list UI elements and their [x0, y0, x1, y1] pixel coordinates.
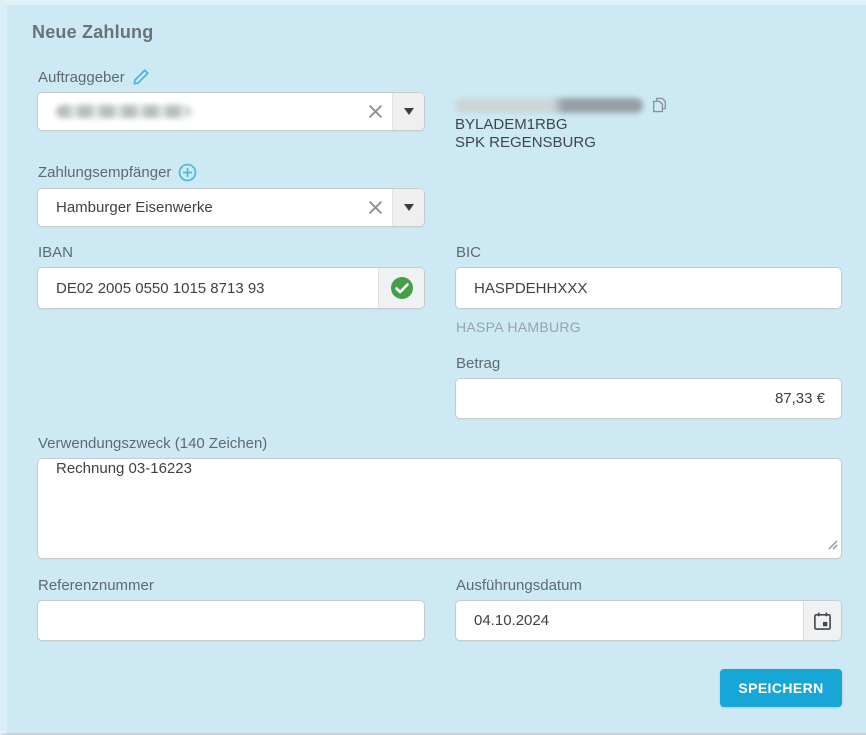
iban-input[interactable] — [38, 268, 378, 308]
betrag-input[interactable] — [456, 379, 841, 418]
zahlungsempfaenger-value[interactable]: Hamburger Eisenwerke — [38, 189, 358, 226]
zahlungsempfaenger-combobox[interactable]: Hamburger Eisenwerke — [37, 188, 425, 227]
iban-valid-section — [378, 268, 424, 308]
datepicker-section[interactable] — [803, 601, 841, 640]
bic-field — [455, 267, 842, 309]
betrag-field — [455, 378, 842, 419]
referenznummer-field — [37, 600, 425, 641]
payer-iban-redacted — [455, 98, 643, 113]
auftraggeber-label: Auftraggeber — [38, 68, 150, 86]
ausfuehrungsdatum-input[interactable] — [456, 601, 803, 640]
auftraggeber-combobox[interactable] — [37, 92, 425, 131]
iban-label: IBAN — [38, 244, 73, 261]
add-recipient-icon[interactable] — [178, 163, 197, 182]
valid-check-icon — [390, 276, 414, 300]
betrag-label: Betrag — [456, 355, 500, 372]
bic-label: BIC — [456, 244, 481, 261]
auftraggeber-clear-icon[interactable] — [358, 93, 392, 130]
zahlungsempfaenger-label-text: Zahlungsempfänger — [38, 164, 171, 181]
auftraggeber-dropdown-arrow[interactable] — [392, 93, 424, 130]
calendar-icon — [813, 611, 832, 631]
referenznummer-input[interactable] — [38, 601, 424, 640]
verwendungszweck-textarea[interactable]: Rechnung 03-16223 — [38, 459, 841, 558]
payer-bank-info: BYLADEM1RBG SPK REGENSBURG — [455, 97, 667, 152]
iban-field — [37, 267, 425, 309]
auftraggeber-label-text: Auftraggeber — [38, 69, 125, 86]
copy-icon[interactable] — [652, 97, 667, 113]
zahlungsempfaenger-dropdown-arrow[interactable] — [392, 189, 424, 226]
save-button[interactable]: SPEICHERN — [720, 669, 842, 707]
verwendungszweck-label: Verwendungszweck (140 Zeichen) — [38, 435, 267, 452]
payer-bic: BYLADEM1RBG — [455, 116, 667, 134]
new-payment-panel: Neue Zahlung Auftraggeber — [0, 0, 866, 735]
auftraggeber-value-redacted — [38, 93, 358, 130]
bic-bank-name: HASPA HAMBURG — [456, 319, 581, 335]
ausfuehrungsdatum-field — [455, 600, 842, 641]
edit-pencil-icon[interactable] — [132, 68, 150, 86]
chevron-down-icon — [404, 204, 414, 211]
verwendungszweck-field: Rechnung 03-16223 — [37, 458, 842, 559]
zahlungsempfaenger-clear-icon[interactable] — [358, 189, 392, 226]
referenznummer-label: Referenznummer — [38, 577, 154, 594]
zahlungsempfaenger-label: Zahlungsempfänger — [38, 163, 197, 182]
bic-input[interactable] — [456, 268, 841, 308]
chevron-down-icon — [404, 108, 414, 115]
page-title: Neue Zahlung — [32, 22, 153, 43]
payer-bank-name: SPK REGENSBURG — [455, 134, 667, 152]
ausfuehrungsdatum-label: Ausführungsdatum — [456, 577, 582, 594]
